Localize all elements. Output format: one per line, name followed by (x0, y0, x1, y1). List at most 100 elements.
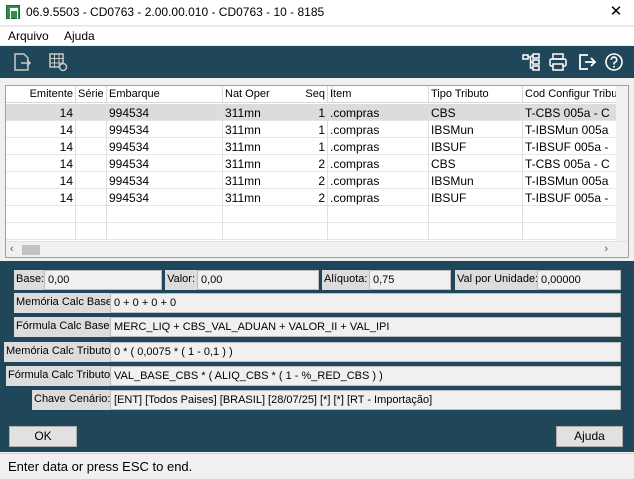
cell-emitente[interactable]: 14 (6, 104, 76, 121)
cell-tipo-tributo[interactable]: CBS (429, 104, 523, 121)
cell-cod-configur[interactable]: T-CBS 005a - C (523, 104, 618, 121)
exit-icon[interactable] (577, 52, 597, 72)
cell-nat-oper[interactable]: 311mn (223, 155, 286, 172)
cell-serie[interactable] (76, 138, 107, 155)
cell-embarque[interactable]: 994534 (107, 104, 223, 121)
ajuda-button[interactable]: Ajuda (556, 426, 623, 447)
cell-nat-oper[interactable] (223, 206, 286, 223)
cell-item[interactable] (328, 223, 429, 240)
table-row[interactable]: 14 994534 311mn 2 .compras CBS T-CBS 005a - C (6, 155, 626, 172)
chevron-left-icon[interactable]: ‹ (10, 243, 14, 255)
cell-emitente[interactable]: 14 (6, 172, 76, 189)
cell-cod-configur[interactable]: T-IBSUF 005a - (523, 138, 618, 155)
cell-item[interactable]: .compras (328, 189, 429, 206)
memoria-tributo-field[interactable]: 0 * ( 0,0075 * ( 1 - 0,1 ) ) (110, 342, 621, 362)
close-icon[interactable]: ✕ (606, 2, 626, 22)
menu-arquivo[interactable]: Arquivo (8, 29, 49, 43)
cell-nat-oper[interactable] (223, 223, 286, 240)
cell-emitente[interactable]: 14 (6, 189, 76, 206)
cell-serie[interactable] (76, 104, 107, 121)
table-row[interactable] (6, 206, 626, 223)
cell-seq[interactable] (286, 223, 328, 240)
cell-item[interactable]: .compras (328, 138, 429, 155)
cell-emitente[interactable] (6, 223, 76, 240)
cell-cod-configur[interactable]: T-IBSMun 005a (523, 121, 618, 138)
print-icon[interactable] (548, 52, 568, 72)
cell-emitente[interactable] (6, 206, 76, 223)
cell-tipo-tributo[interactable]: IBSUF (429, 138, 523, 155)
cell-cod-configur[interactable]: T-IBSUF 005a - (523, 189, 618, 206)
cell-seq[interactable]: 1 (286, 104, 328, 121)
val-unidade-field[interactable]: 0,00000 (537, 270, 621, 290)
cell-serie[interactable] (76, 189, 107, 206)
cell-tipo-tributo[interactable]: IBSMun (429, 172, 523, 189)
menu-ajuda[interactable]: Ajuda (64, 29, 95, 43)
cell-item[interactable]: .compras (328, 155, 429, 172)
cell-nat-oper[interactable]: 311mn (223, 138, 286, 155)
cell-embarque[interactable]: 994534 (107, 172, 223, 189)
col-header-emitente[interactable]: Emitente (6, 86, 76, 103)
chevron-right-icon[interactable]: › (604, 243, 608, 255)
cell-serie[interactable] (76, 155, 107, 172)
cell-cod-configur[interactable]: T-CBS 005a - C (523, 155, 618, 172)
col-header-item[interactable]: Item (328, 86, 429, 103)
col-header-tipo-tributo[interactable]: Tipo Tributo (429, 86, 523, 103)
data-grid[interactable]: Emitente Série Embarque Nat Oper Seq Ite… (5, 85, 629, 258)
cell-nat-oper[interactable]: 311mn (223, 172, 286, 189)
cell-emitente[interactable]: 14 (6, 121, 76, 138)
vertical-scrollbar[interactable] (616, 86, 628, 241)
cell-item[interactable]: .compras (328, 121, 429, 138)
grid-settings-icon[interactable] (48, 52, 68, 72)
table-row[interactable]: 14 994534 311mn 1 .compras IBSUF T-IBSUF 005a … (6, 138, 626, 155)
valor-field[interactable]: 0,00 (197, 270, 319, 290)
cell-nat-oper[interactable]: 311mn (223, 189, 286, 206)
cell-embarque[interactable]: 994534 (107, 121, 223, 138)
table-row[interactable]: 14 994534 311mn 2 .compras IBSMun T-IBSMun 005… (6, 172, 626, 189)
cell-tipo-tributo[interactable] (429, 206, 523, 223)
horizontal-scrollbar[interactable]: ‹ › (6, 241, 628, 257)
cell-embarque[interactable]: 994534 (107, 155, 223, 172)
cell-serie[interactable] (76, 121, 107, 138)
table-row[interactable]: 14 994534 311mn 2 .compras IBSUF T-IBSUF 005a … (6, 189, 626, 206)
cell-serie[interactable] (76, 223, 107, 240)
cell-emitente[interactable]: 14 (6, 155, 76, 172)
cell-tipo-tributo[interactable]: CBS (429, 155, 523, 172)
cell-cod-configur[interactable] (523, 223, 618, 240)
col-header-serie[interactable]: Série (76, 86, 107, 103)
aliquota-field[interactable]: 0,75 (369, 270, 451, 290)
cell-embarque[interactable]: 994534 (107, 189, 223, 206)
chave-cenario-field[interactable]: [ENT] [Todos Paises] [BRASIL] [28/07/25]… (110, 390, 621, 410)
cell-item[interactable]: .compras (328, 104, 429, 121)
tree-structure-icon[interactable] (521, 52, 541, 72)
col-header-seq[interactable]: Seq (286, 86, 328, 103)
cell-serie[interactable] (76, 206, 107, 223)
formula-base-field[interactable]: MERC_LIQ + CBS_VAL_ADUAN + VALOR_II + VA… (110, 317, 621, 337)
cell-item[interactable]: .compras (328, 172, 429, 189)
cell-embarque[interactable]: 994534 (107, 138, 223, 155)
ok-button[interactable]: OK (9, 426, 77, 447)
help-icon[interactable] (604, 52, 624, 72)
cell-nat-oper[interactable]: 311mn (223, 121, 286, 138)
formula-tributo-field[interactable]: VAL_BASE_CBS * ( ALIQ_CBS * ( 1 - %_RED_… (110, 366, 621, 386)
cell-cod-configur[interactable] (523, 206, 618, 223)
cell-tipo-tributo[interactable]: IBSMun (429, 121, 523, 138)
cell-cod-configur[interactable]: T-IBSMun 005a (523, 172, 618, 189)
table-row[interactable] (6, 223, 626, 240)
cell-seq[interactable]: 2 (286, 155, 328, 172)
cell-item[interactable] (328, 206, 429, 223)
cell-seq[interactable] (286, 206, 328, 223)
table-row[interactable]: 14 994534 311mn 1 .compras IBSMun T-IBSMun 005… (6, 121, 626, 138)
cell-seq[interactable]: 1 (286, 138, 328, 155)
col-header-cod-configur[interactable]: Cod Configur Tribu (523, 86, 618, 103)
cell-seq[interactable]: 2 (286, 172, 328, 189)
cell-emitente[interactable]: 14 (6, 138, 76, 155)
base-field[interactable]: 0,00 (44, 270, 162, 290)
cell-seq[interactable]: 1 (286, 121, 328, 138)
cell-seq[interactable]: 2 (286, 189, 328, 206)
scroll-thumb[interactable] (22, 245, 40, 255)
cell-tipo-tributo[interactable] (429, 223, 523, 240)
cell-embarque[interactable] (107, 206, 223, 223)
cell-tipo-tributo[interactable]: IBSUF (429, 189, 523, 206)
table-row[interactable]: 14 994534 311mn 1 .compras CBS T-CBS 005a - C (6, 104, 626, 121)
document-export-icon[interactable] (12, 52, 32, 72)
